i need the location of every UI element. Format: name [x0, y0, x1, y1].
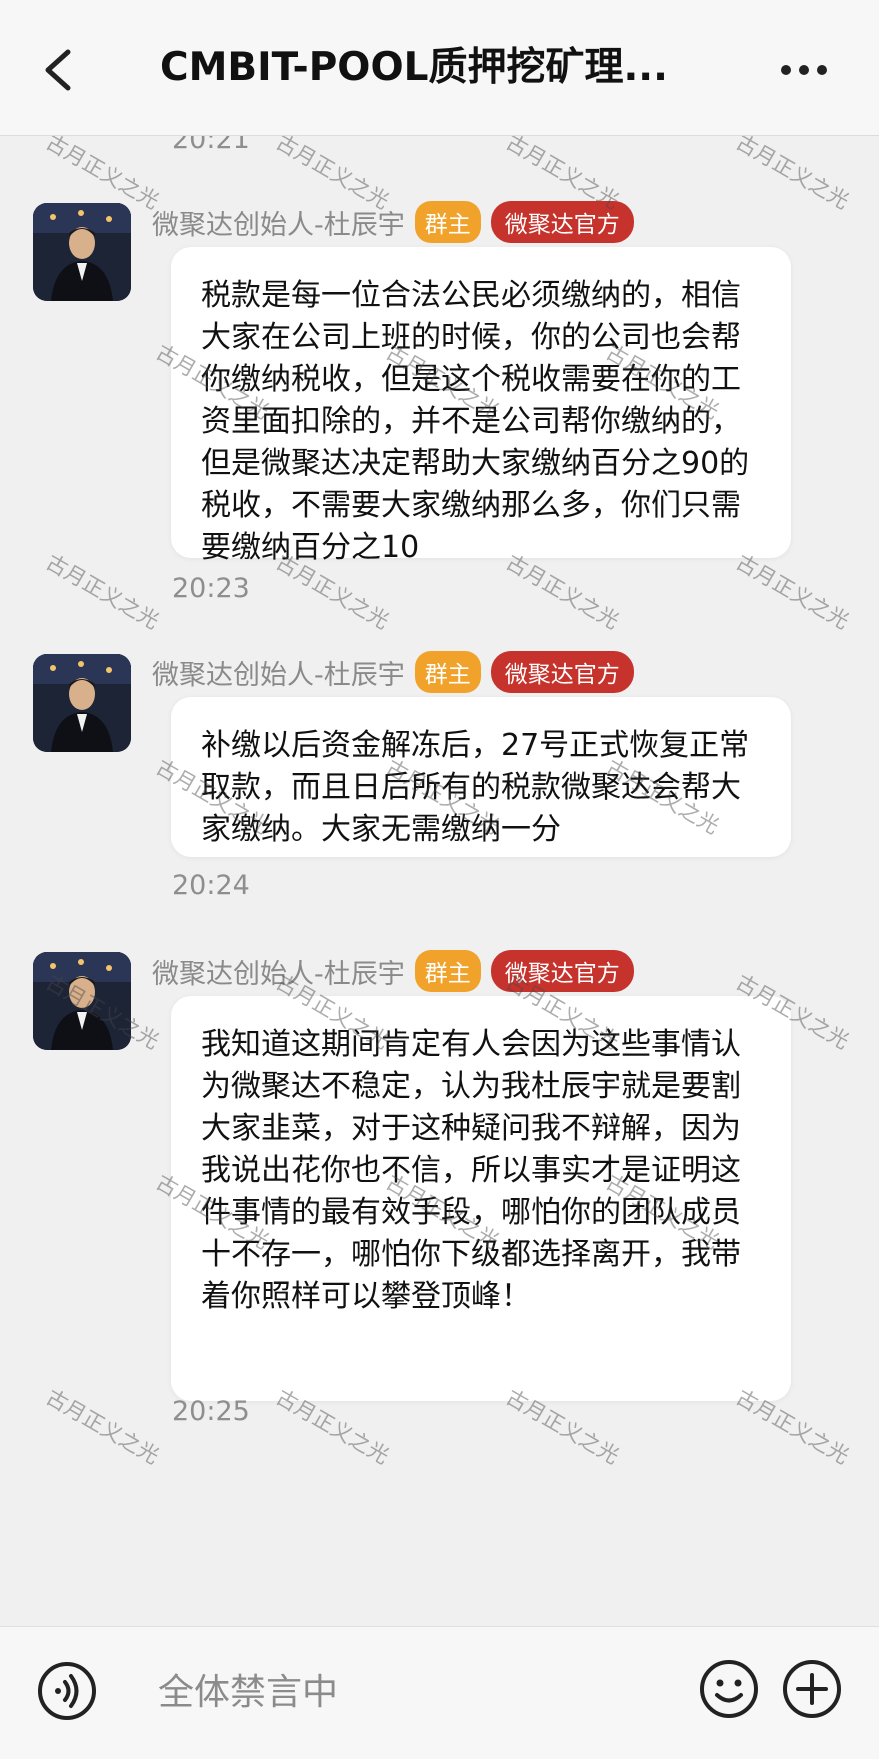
emoji-icon	[700, 1660, 758, 1718]
avatar-photo-icon	[33, 952, 131, 1050]
official-badge: 微聚达官方	[490, 950, 634, 992]
back-button[interactable]	[38, 40, 88, 100]
more-button[interactable]	[778, 45, 830, 95]
timestamp: 20:23	[172, 573, 250, 604]
input-bar: 全体禁言中	[0, 1626, 879, 1759]
message-text: 我知道这期间肯定有人会因为这些事情认为微聚达不稳定，认为我杜辰宇就是要割大家韭菜…	[201, 1027, 741, 1314]
owner-badge: 群主	[414, 201, 481, 243]
sender-info: 微聚达创始人-杜辰宇 群主 微聚达官方	[152, 200, 634, 244]
sender-name[interactable]: 微聚达创始人-杜辰宇	[152, 653, 405, 692]
voice-button[interactable]	[36, 1660, 98, 1722]
sender-info: 微聚达创始人-杜辰宇 群主 微聚达官方	[152, 949, 634, 993]
chat-header: CMBIT-POOL质押挖矿理...	[0, 0, 879, 136]
message-bubble[interactable]: 税款是每一位合法公民必须缴纳的，相信大家在公司上班的时候，你的公司也会帮你缴纳税…	[171, 247, 791, 565]
timestamp: 20:25	[172, 1396, 250, 1427]
avatar[interactable]	[33, 203, 131, 301]
message-bubble[interactable]: 补缴以后资金解冻后，27号正式恢复正常取款，而且日后所有的税款微聚达会帮大家缴纳…	[171, 697, 791, 857]
message-text: 补缴以后资金解冻后，27号正式恢复正常取款，而且日后所有的税款微聚达会帮大家缴纳…	[201, 728, 750, 847]
watermark: 古月正义之光	[731, 136, 854, 214]
plus-icon	[783, 1660, 841, 1718]
owner-badge: 群主	[414, 950, 481, 992]
avatar[interactable]	[33, 654, 131, 752]
official-badge: 微聚达官方	[490, 651, 634, 693]
timestamp: 20:21	[172, 136, 250, 155]
owner-badge: 群主	[414, 651, 481, 693]
message-bubble[interactable]: 我知道这期间肯定有人会因为这些事情认为微聚达不稳定，认为我杜辰宇就是要割大家韭菜…	[171, 996, 791, 1401]
chat-title: CMBIT-POOL质押挖矿理...	[160, 45, 668, 90]
emoji-button[interactable]	[698, 1658, 760, 1720]
watermark: 古月正义之光	[41, 549, 164, 634]
official-badge: 微聚达官方	[490, 201, 634, 243]
timestamp: 20:24	[172, 870, 250, 901]
voice-icon	[38, 1662, 96, 1720]
message-list[interactable]: 20:21 微聚达创始人-杜辰宇 群主 微聚达官方 税款是每一位合法公民必须缴纳…	[0, 136, 879, 1626]
message-input[interactable]: 全体禁言中	[128, 1652, 668, 1734]
add-button[interactable]	[781, 1658, 843, 1720]
more-dots-icon	[781, 65, 827, 75]
sender-name[interactable]: 微聚达创始人-杜辰宇	[152, 203, 405, 242]
sender-info: 微聚达创始人-杜辰宇 群主 微聚达官方	[152, 650, 634, 694]
avatar[interactable]	[33, 952, 131, 1050]
back-arrow-icon	[45, 49, 71, 91]
message-text: 税款是每一位合法公民必须缴纳的，相信大家在公司上班的时候，你的公司也会帮你缴纳税…	[201, 278, 750, 565]
avatar-photo-icon	[33, 654, 131, 752]
avatar-photo-icon	[33, 203, 131, 301]
sender-name[interactable]: 微聚达创始人-杜辰宇	[152, 952, 405, 991]
watermark: 古月正义之光	[41, 1384, 164, 1469]
